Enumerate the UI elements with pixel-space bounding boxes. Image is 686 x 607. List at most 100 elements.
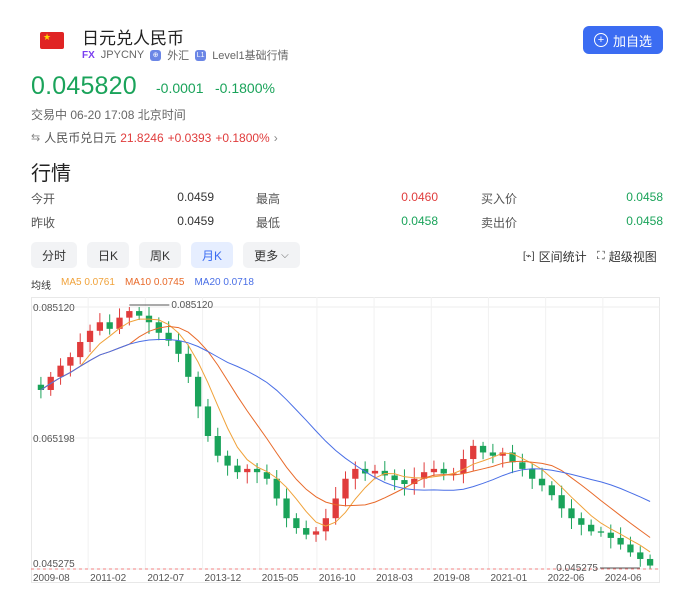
- tab-more-label: 更多: [254, 248, 279, 263]
- candle-body: [371, 470, 379, 474]
- expand-icon: ⛶: [597, 250, 605, 262]
- x-tick-label: 2021-01: [490, 573, 527, 583]
- stat-low-label: 最低: [256, 216, 281, 230]
- x-tick-label: 2012-07: [147, 573, 184, 583]
- candle-body: [283, 498, 290, 519]
- ma20-value: MA20 0.0718: [194, 277, 254, 288]
- candle-body: [460, 459, 467, 474]
- tab-weekly[interactable]: 周K: [139, 242, 182, 268]
- trading-status: 交易中 06-20 17:08 北京时间: [31, 108, 186, 122]
- stat-low-value: 0.0458: [401, 214, 438, 228]
- chevron-down-icon: ⌵: [281, 249, 289, 261]
- kline-chart[interactable]: 0.0851200.0651980.0452750.0851200.045275…: [31, 297, 660, 583]
- swap-icon: ⇆: [31, 132, 41, 144]
- instrument-meta: FX JPYCNY ⊕ 外汇 L1 Level1基础行情: [82, 47, 289, 63]
- candle-body: [234, 465, 241, 473]
- candle-body: [627, 544, 634, 553]
- x-tick-label: 2011-02: [90, 573, 126, 583]
- period-tabs: 分时 日K 周K 月K 更多 ⌵: [31, 242, 300, 268]
- candle-body: [37, 384, 45, 390]
- stat-high-label: 最高: [256, 192, 281, 206]
- candle-body: [224, 455, 231, 466]
- y-tick-label: 0.085120: [33, 303, 75, 314]
- level-text: Level1基础行情: [212, 50, 289, 62]
- candle-body: [175, 340, 182, 354]
- candle-body: [204, 406, 212, 437]
- candle-body: [136, 311, 143, 316]
- reverse-quote-link[interactable]: ⇆ 人民币兑日元 21.8246 +0.0393 +0.1800% ›: [31, 129, 278, 146]
- candle-body: [57, 365, 64, 377]
- x-tick-label: 2009-08: [33, 573, 70, 583]
- candle-body: [312, 531, 320, 535]
- max-price-label: 0.085120: [171, 300, 213, 311]
- x-tick-label: 2019-08: [433, 573, 470, 583]
- range-stats-button[interactable]: [⌁] 区间统计: [523, 248, 587, 265]
- ma5-line: [40, 318, 651, 553]
- candle-body: [214, 436, 221, 456]
- candle-body: [597, 531, 605, 533]
- candle-body: [578, 518, 585, 525]
- stat-prev-value: 0.0459: [177, 214, 214, 228]
- china-flag-icon: ★: [40, 32, 64, 49]
- page-title: 日元兑人民币: [82, 29, 184, 48]
- price-change-pct: -0.1800%: [215, 80, 275, 96]
- symbol-text: JPYCNY: [100, 49, 145, 61]
- reverse-label: 人民币兑日元: [44, 131, 117, 145]
- candle-body: [332, 498, 339, 519]
- add-watchlist-button[interactable]: + 加自选: [583, 26, 663, 54]
- candle-body: [637, 552, 644, 559]
- add-watchlist-label: 加自选: [612, 33, 652, 49]
- candle-body: [342, 478, 349, 499]
- candle-body: [185, 353, 192, 377]
- reverse-change: +0.0393: [167, 130, 212, 145]
- candle-body: [96, 322, 104, 331]
- section-title: 行情: [31, 163, 71, 185]
- x-tick-label: 2013-12: [205, 573, 242, 583]
- tab-daily[interactable]: 日K: [87, 242, 130, 268]
- super-view-button[interactable]: ⛶ 超级视图: [597, 248, 657, 265]
- tab-more[interactable]: 更多 ⌵: [243, 242, 300, 268]
- market-text: 外汇: [167, 50, 190, 62]
- range-stats-label: 区间统计: [538, 250, 587, 264]
- stat-open-label: 今开: [31, 192, 56, 206]
- candle-body: [391, 475, 398, 481]
- fx-tag: FX: [82, 49, 95, 61]
- level-icon: L1: [195, 49, 207, 61]
- candle-body: [587, 524, 595, 532]
- stat-high-value: 0.0460: [401, 190, 438, 204]
- tab-intraday[interactable]: 分时: [31, 242, 78, 268]
- stat-prev-label: 昨收: [31, 216, 56, 230]
- price-change: -0.0001: [156, 80, 204, 96]
- candle-body: [430, 468, 438, 473]
- tab-monthly[interactable]: 月K: [191, 242, 234, 268]
- x-tick-label: 2024-06: [605, 573, 642, 583]
- candle-body: [489, 452, 497, 456]
- stat-ask-value: 0.0458: [626, 214, 663, 228]
- candle-body: [244, 468, 251, 473]
- candle-body: [401, 480, 408, 485]
- x-tick-label: 2022-06: [548, 573, 585, 583]
- x-tick-label: 2016-10: [319, 573, 356, 583]
- x-tick-label: 2018-03: [376, 573, 413, 583]
- chart-frame: [31, 297, 660, 583]
- candle-body: [293, 518, 300, 529]
- reverse-change-pct: +0.1800%: [215, 130, 270, 145]
- candle-body: [440, 468, 447, 474]
- y-tick-label: 0.065198: [33, 434, 75, 445]
- candle-body: [77, 341, 84, 358]
- candle-body: [253, 468, 261, 473]
- candle-body: [519, 462, 526, 469]
- candle-body: [86, 330, 94, 342]
- candle-body: [303, 528, 310, 535]
- bracket-icon: [⌁]: [523, 251, 535, 262]
- candle-body: [568, 508, 575, 519]
- candle-body: [617, 537, 624, 545]
- candle-body: [548, 485, 555, 496]
- ma-legend: 均线 MA5 0.0761 MA10 0.0745 MA20 0.0718: [31, 277, 254, 292]
- stat-bid-label: 买入价: [481, 192, 518, 206]
- reverse-price: 21.8246: [120, 130, 164, 145]
- super-view-label: 超级视图: [608, 250, 657, 264]
- candle-body: [106, 322, 113, 329]
- candle-body: [126, 311, 133, 318]
- candle-body: [607, 532, 614, 538]
